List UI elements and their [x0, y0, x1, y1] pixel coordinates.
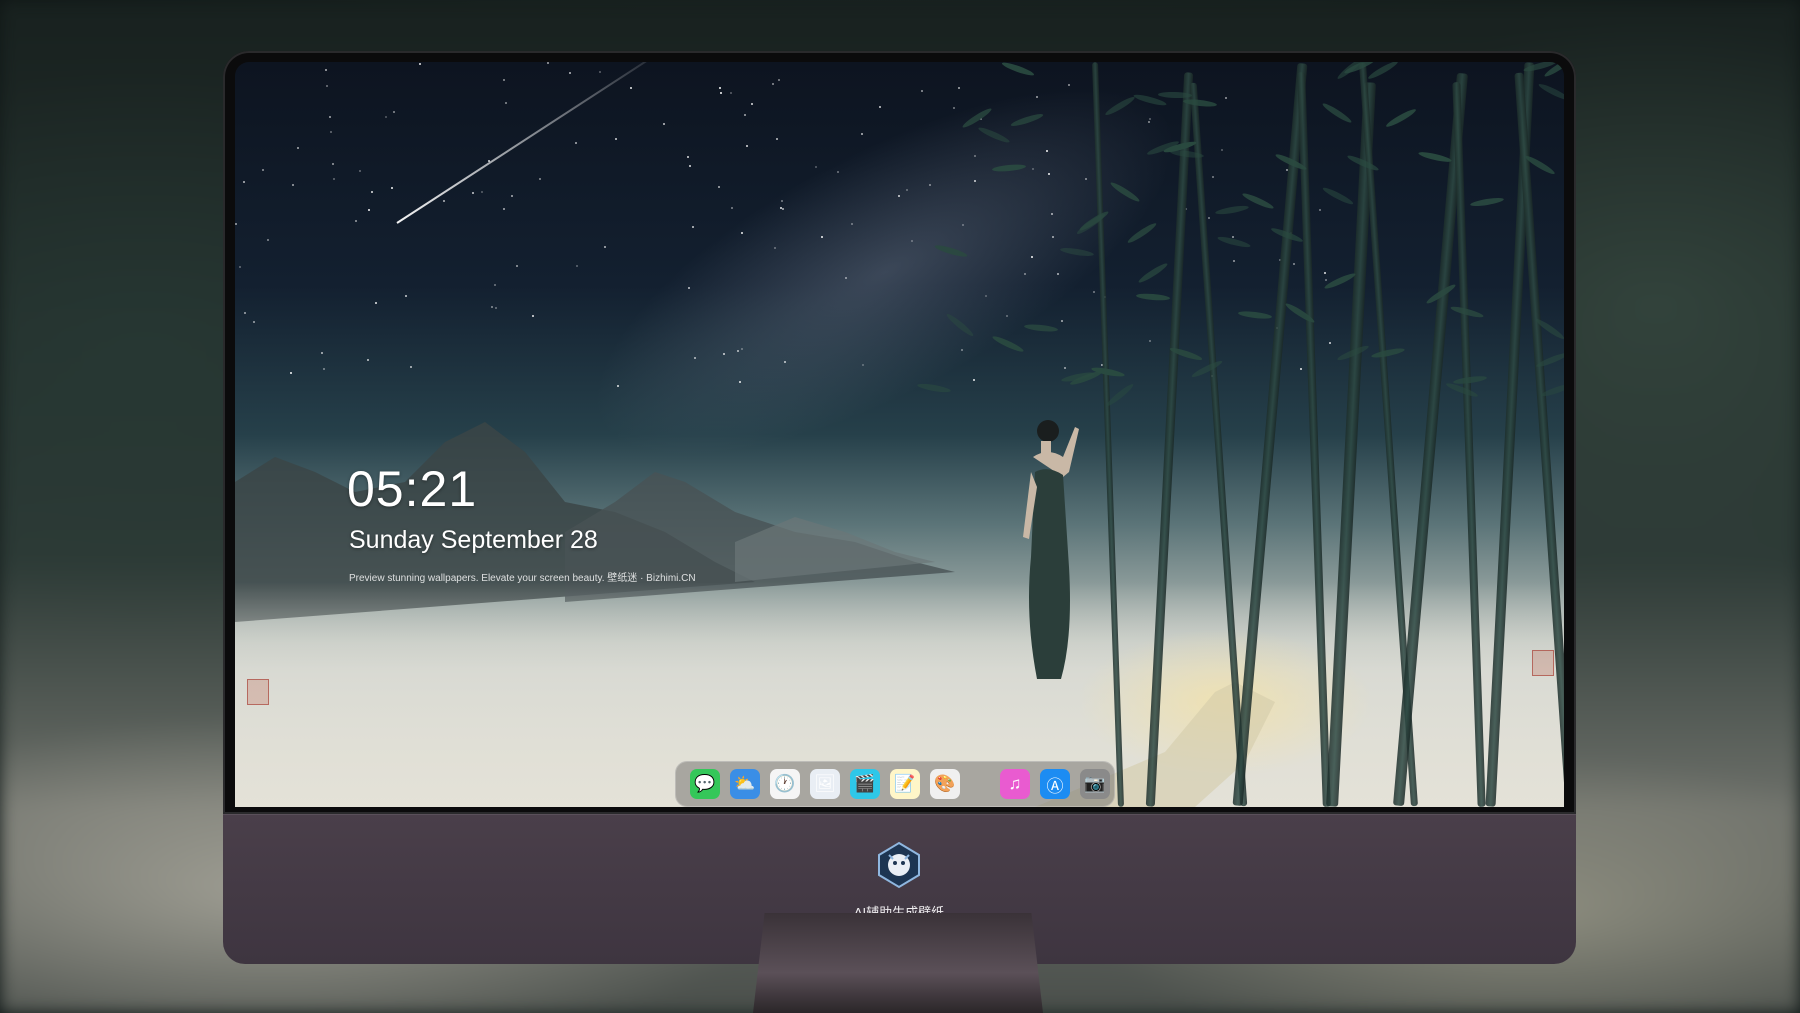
red-seal-stamp — [1532, 650, 1554, 676]
dragon-logo-icon — [878, 841, 920, 889]
desktop-screen: 05:21 Sunday September 28 Preview stunni… — [235, 62, 1564, 807]
lockscreen-date: Sunday September 28 — [349, 526, 598, 554]
preview-icon[interactable]: 🖼 — [810, 769, 840, 799]
lockscreen-time: 05:21 — [347, 461, 478, 517]
app-store-icon[interactable]: Ⓐ — [1040, 769, 1070, 799]
photo-booth-icon[interactable]: 🎨 — [930, 769, 960, 799]
monitor-stand-neck — [753, 913, 1043, 1013]
messages-icon[interactable]: 💬 — [690, 769, 720, 799]
woman-figure — [1023, 420, 1079, 679]
red-seal-stamp — [247, 679, 269, 705]
monitor: 05:21 Sunday September 28 Preview stunni… — [223, 51, 1576, 1013]
weather-icon[interactable]: ⛅ — [730, 769, 760, 799]
itunes-icon[interactable]: ♫ — [1000, 769, 1030, 799]
clock-icon[interactable]: 🕐 — [770, 769, 800, 799]
clapperboard-icon[interactable]: 🎬 — [850, 769, 880, 799]
notes-icon[interactable]: 📝 — [890, 769, 920, 799]
dock: 💬 ⛅ 🕐 🖼 🎬 📝 🎨 ♫ Ⓐ 📷 — [675, 761, 1115, 807]
lockscreen-tagline: Preview stunning wallpapers. Elevate you… — [349, 573, 696, 584]
camera-icon[interactable]: 📷 — [1080, 769, 1110, 799]
monitor-bezel: 05:21 Sunday September 28 Preview stunni… — [223, 51, 1576, 814]
